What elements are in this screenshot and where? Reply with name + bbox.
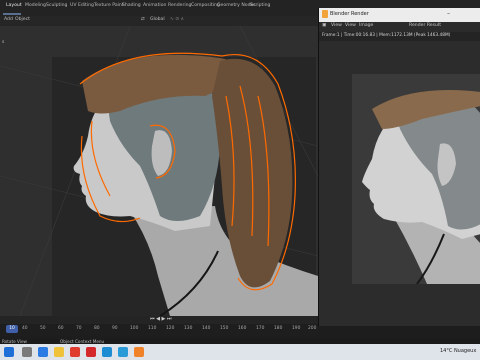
timeline-tick: 160 [238,326,247,331]
active-tab-indicator [3,13,21,15]
timeline-tick: 120 [166,326,175,331]
render-titlebar: Blender Render – [319,8,480,22]
tab-scripting[interactable]: Scripting [250,3,270,8]
timeline-tick: 90 [112,326,118,331]
render-stats: Frame:1 | Time:00:16.83 | Mem:1172.13M (… [322,33,451,38]
timeline-tick: 100 [130,326,139,331]
render-result-image [352,74,480,284]
render-image-menu[interactable]: Image [359,23,373,28]
render-slot-select[interactable]: Render Result [409,23,441,28]
viewport-scene [0,26,318,316]
tab-uv-editing[interactable]: UV Editing [70,3,94,8]
app-icon[interactable] [102,347,112,357]
tab-animation[interactable]: Animation [143,3,166,8]
timeline-tick: 200 [308,326,317,331]
tab-rendering[interactable]: Rendering [168,3,191,8]
weather-widget[interactable]: 14°C Nuageux [440,348,476,354]
timeline-ruler[interactable]: 40 50 60 70 80 90 100 110 120 130 140 15… [0,324,318,336]
transform-orientation-select[interactable]: Global [150,17,165,22]
task-view-icon[interactable] [22,347,32,357]
viewport-header: Add Object ⇄ Global ∿ ⊙ ∧ [0,16,318,26]
object-menu[interactable]: Object [15,17,30,22]
file-explorer-icon[interactable] [54,347,64,357]
snap-icon[interactable]: ∿ ⊙ ∧ [170,17,184,22]
opera-icon[interactable] [86,347,96,357]
blender-taskbar-icon[interactable] [134,347,144,357]
render-window[interactable]: Blender Render – ▣ View View Image Rende… [318,8,480,326]
current-frame-indicator[interactable]: 10 [6,325,18,333]
minimize-icon[interactable]: – [447,10,450,17]
timeline-tick: 170 [256,326,265,331]
tab-texture-paint[interactable]: Texture Paint [94,3,124,8]
image-editor-type-icon[interactable]: ▣ [322,23,326,28]
timeline-playback-controls: ⏮ ◀ ▶ ⏭ [0,316,318,324]
tab-modeling[interactable]: Modeling [25,3,46,8]
timeline-tick: 190 [292,326,301,331]
render-window-title: Blender Render [330,11,369,17]
app-icon-2[interactable] [118,347,128,357]
render-menubar: ▣ View View Image Render Result [319,22,480,32]
tab-layout[interactable]: Layout [6,3,22,8]
timeline-tick: 50 [40,326,46,331]
render-portrait [362,90,480,284]
playback-buttons-icon[interactable]: ⏮ ◀ ▶ ⏭ [150,316,171,322]
edge-icon[interactable] [38,347,48,357]
timeline-tick: 80 [94,326,100,331]
start-icon[interactable] [4,347,14,357]
current-frame-value: 10 [9,326,15,331]
add-menu[interactable]: Add [4,17,13,22]
tab-shading[interactable]: Shading [122,3,141,8]
render-info-bar: Frame:1 | Time:00:16.83 | Mem:1172.13M (… [319,32,480,41]
timeline-tick: 70 [76,326,82,331]
chrome-icon[interactable] [70,347,80,357]
transform-icon[interactable]: ⇄ [141,17,145,22]
render-view-menu[interactable]: View [331,23,342,28]
timeline-tick: 40 [22,326,28,331]
timeline-tick: 140 [202,326,211,331]
timeline-tick: 110 [148,326,157,331]
os-taskbar: 14°C Nuageux [0,344,480,360]
timeline-tick: 180 [274,326,283,331]
timeline-tick: 130 [184,326,193,331]
3d-viewport[interactable]: s [0,26,318,316]
timeline-tick: 150 [220,326,229,331]
timeline-tick: 60 [58,326,64,331]
blender-logo-icon [322,10,328,18]
tab-compositing[interactable]: Compositing [191,3,220,8]
render-view-menu-2[interactable]: View [345,23,356,28]
tab-sculpting[interactable]: Sculpting [46,3,67,8]
